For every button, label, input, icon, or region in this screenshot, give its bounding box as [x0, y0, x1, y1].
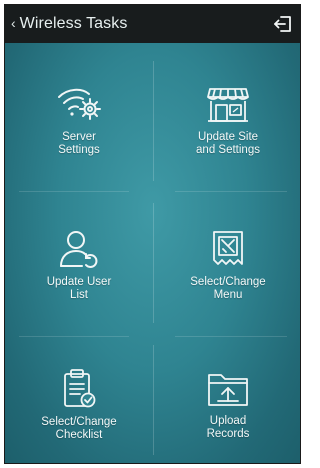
- app-screen: ‹ Wireless Tasks Server Settings Update …: [4, 4, 301, 464]
- update-user-list-tile[interactable]: Update User List: [5, 195, 153, 335]
- tile-label: Select/Change Checklist: [41, 416, 117, 441]
- divider: [19, 191, 129, 192]
- back-button[interactable]: ‹ Wireless Tasks: [5, 5, 127, 43]
- chevron-left-icon: ‹: [11, 15, 16, 31]
- clipboard-check-icon: [64, 369, 96, 408]
- page-title: Wireless Tasks: [19, 15, 128, 32]
- folder-upload-icon: [208, 374, 248, 406]
- storefront-icon: [207, 88, 249, 122]
- tile-label: Upload Records: [206, 415, 250, 440]
- user-refresh-icon: [60, 231, 98, 268]
- menu-card-icon: [213, 231, 243, 265]
- tile-label: Server Settings: [58, 131, 100, 156]
- tile-label: Update Site and Settings: [196, 131, 260, 156]
- app-header: ‹ Wireless Tasks: [5, 5, 300, 43]
- upload-records-tile[interactable]: Upload Records: [154, 335, 300, 463]
- wifi-gear-icon: [58, 88, 101, 120]
- select-menu-tile[interactable]: Select/Change Menu: [154, 195, 300, 335]
- update-site-tile[interactable]: Update Site and Settings: [154, 51, 300, 191]
- logout-icon[interactable]: [272, 13, 294, 35]
- tile-label: Select/Change Menu: [190, 276, 266, 301]
- server-settings-tile[interactable]: Server Settings: [5, 51, 153, 191]
- select-checklist-tile[interactable]: Select/Change Checklist: [5, 335, 153, 463]
- divider: [175, 191, 287, 192]
- task-grid: Server Settings Update Site and Settings: [5, 43, 300, 463]
- tile-label: Update User List: [46, 276, 112, 301]
